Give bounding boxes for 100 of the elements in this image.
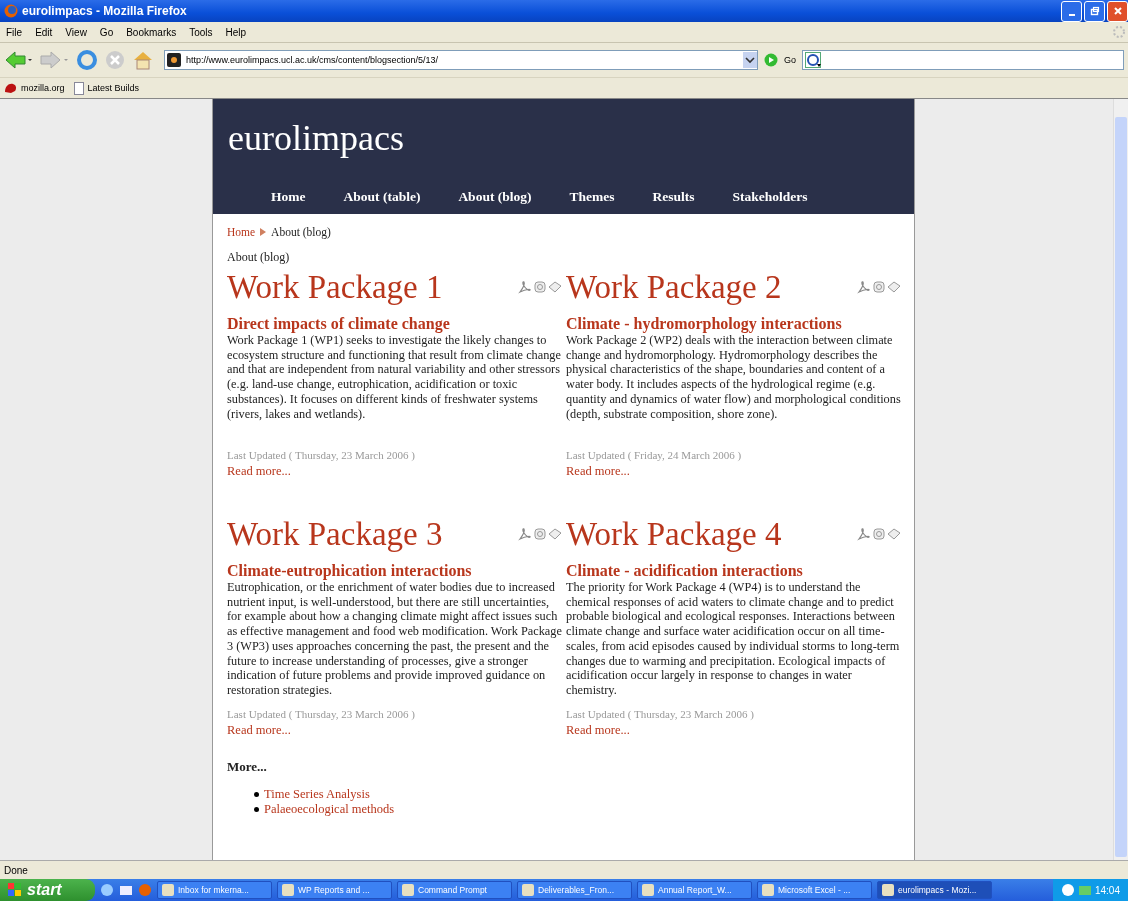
article-heading[interactable]: Climate - hydromorphology interactions [566, 315, 905, 333]
section-title: About (blog) [227, 250, 291, 265]
clock: 14:04 [1094, 884, 1120, 896]
minimize-icon [1068, 14, 1075, 16]
menu-item[interactable]: File [6, 26, 23, 38]
print-icon[interactable] [533, 280, 547, 294]
nav-link[interactable]: Stakeholders [732, 189, 808, 205]
throbber-icon [1112, 25, 1126, 39]
breadcrumb-current: About (blog) [271, 226, 331, 238]
article-heading[interactable]: Climate - acidification interactions [566, 562, 905, 580]
nav-link[interactable]: Home [271, 189, 306, 205]
nav-link[interactable]: Themes [569, 189, 615, 205]
bullet-icon [254, 792, 259, 797]
package-title: Work Package 1 [227, 268, 443, 306]
search-field[interactable] [802, 50, 1124, 70]
menu-item[interactable]: View [65, 26, 87, 38]
taskbar-button[interactable]: eurolimpacs - Mozi... [877, 881, 992, 899]
tray-icon[interactable] [1077, 883, 1092, 897]
nav-link[interactable]: About (table) [343, 189, 421, 205]
nav-link[interactable]: Results [652, 189, 695, 205]
last-updated-text: Last Updated ( Thursday, 23 March 2006 ) [227, 707, 416, 720]
restore-icon [1089, 6, 1100, 16]
reload-icon[interactable] [76, 49, 98, 71]
article-text: Work Package 1 (WP1) seeks to investigate the likely changes to ecosystem structure and functioning that result from climate change and that are independent from natural variability and other stressors (e.g. land-use change, eutrophication, acidification or toxic substances). It focuses on different kinds of freshwater systems (rivers, lakes and wetlands). [227, 333, 562, 423]
quick-launch-icon[interactable] [119, 883, 133, 897]
page-icon [72, 81, 85, 95]
app-icon [282, 884, 294, 896]
go-icon[interactable] [764, 53, 778, 67]
app-icon [402, 884, 414, 896]
search-engine-icon[interactable] [805, 52, 823, 68]
quick-launch-icon[interactable] [100, 883, 114, 897]
print-icon[interactable] [872, 280, 886, 294]
pdf-icon[interactable] [518, 527, 532, 541]
home-icon[interactable] [132, 49, 154, 71]
package-title: Work Package 4 [566, 515, 782, 553]
article-text: Eutrophication, or the enrichment of water bodies due to increased nutrient input, is well-understood, but there are still uncertainties, for example about how a changing climate might affect issues such as effective management and food web modification. Work Package 3 (WP3) uses approaches concerning the past, the present and the future to increase understanding of processes, give a stronger indication of future problems and provide improved guidance on restoration strategies. [227, 580, 563, 698]
close-button[interactable] [1107, 0, 1128, 22]
email-icon[interactable] [548, 527, 562, 541]
read-more-link[interactable]: Read more... [566, 464, 905, 479]
package-title: Work Package 3 [227, 515, 443, 553]
read-more-link[interactable]: Read more... [227, 722, 566, 738]
pdf-icon[interactable] [518, 280, 532, 294]
last-updated-text: Last Updated ( Friday, 24 March 2006 ) [566, 449, 743, 461]
taskbar-button[interactable]: Inbox for mkerna... [157, 881, 272, 899]
back-arrow-icon[interactable] [4, 50, 34, 70]
more-heading: More... [227, 759, 268, 775]
forward-arrow-icon[interactable] [40, 50, 70, 70]
article-text: Work Package 2 (WP2) deals with the interaction between climate change and hydromorphology. Hydromorphology describes the physical characteristics of the shape, boundaries and content of a water body. It includes aspects of the hydrological regime (e.g. quantity and dynamics of water flow) and morphological conditions (depth, substrate composition, shore zone). [566, 333, 902, 423]
taskbar-button[interactable]: Deliverables_Fron... [517, 881, 632, 899]
app-icon [162, 884, 174, 896]
article-heading[interactable]: Climate-eutrophication interactions [227, 562, 566, 580]
pdf-icon[interactable] [857, 280, 871, 294]
menu-item[interactable]: Tools [189, 26, 213, 38]
more-link[interactable]: Time Series Analysis [264, 787, 370, 802]
windows-logo-icon [8, 883, 22, 897]
nav-link[interactable]: About (blog) [458, 189, 532, 205]
close-icon [1112, 6, 1123, 16]
article-heading[interactable]: Direct impacts of climate change [227, 315, 566, 333]
print-icon[interactable] [533, 527, 547, 541]
minimize-button[interactable] [1061, 0, 1082, 22]
bookmark-item[interactable]: Latest Builds [72, 81, 140, 95]
article-text: The priority for Work Package 4 (WP4) is to understand the chemical responses of acid waters to climate change and to predict probable biological and ecological responses. Interactions between climate change and surface water acidification occur on all time-scales, from acid episodes caused by individual storms to long-term changes due to warming and precipitation. Ecological impacts of acidification occur largely in response to changes in water chemistry. [566, 580, 901, 698]
menu-item[interactable]: Help [225, 26, 247, 38]
email-icon[interactable] [887, 280, 901, 294]
breadcrumb-arrow-icon [260, 228, 267, 236]
email-icon[interactable] [887, 527, 901, 541]
window-title: eurolimpacs - Mozilla Firefox [22, 4, 187, 18]
go-button[interactable]: Go [784, 55, 796, 65]
email-icon[interactable] [548, 280, 562, 294]
print-icon[interactable] [872, 527, 886, 541]
more-link[interactable]: Palaeoecological methods [264, 802, 395, 817]
taskbar-button[interactable]: WP Reports and ... [277, 881, 392, 899]
app-icon [762, 884, 774, 896]
read-more-link[interactable]: Read more... [566, 722, 905, 738]
taskbar-button[interactable]: Command Prompt [397, 881, 512, 899]
read-more-link[interactable]: Read more... [227, 464, 566, 479]
firefox-icon [4, 4, 18, 18]
maximize-button[interactable] [1084, 0, 1105, 22]
dropdown-icon[interactable] [743, 52, 757, 68]
breadcrumb-link[interactable]: Home [227, 226, 256, 238]
site-logo[interactable]: eurolimpacs [213, 99, 404, 175]
tray-icon[interactable] [1060, 883, 1075, 897]
pdf-icon[interactable] [857, 527, 871, 541]
scrollbar[interactable] [1113, 99, 1128, 860]
app-icon [882, 884, 894, 896]
site-icon [167, 53, 181, 67]
last-updated-text: Last Updated ( Thursday, 23 March 2006 ) [566, 707, 755, 720]
address-field[interactable]: http://www.eurolimpacs.ucl.ac.uk/cms/content/blogsection/5/13/ [164, 50, 758, 70]
menu-item[interactable]: Bookmarks [126, 26, 177, 38]
bookmark-item[interactable]: mozilla.org [4, 82, 65, 94]
menu-item[interactable]: Go [99, 26, 114, 38]
taskbar-button[interactable]: Microsoft Excel - ... [757, 881, 872, 899]
app-icon [522, 884, 534, 896]
bullet-icon [254, 807, 259, 812]
menu-item[interactable]: Edit [35, 26, 53, 38]
app-icon [642, 884, 654, 896]
last-updated-text: Last Updated ( Thursday, 23 March 2006 ) [227, 449, 416, 461]
taskbar-button[interactable]: Annual Report_W... [637, 881, 752, 899]
stop-icon[interactable] [104, 49, 126, 71]
package-title: Work Package 2 [566, 268, 782, 306]
